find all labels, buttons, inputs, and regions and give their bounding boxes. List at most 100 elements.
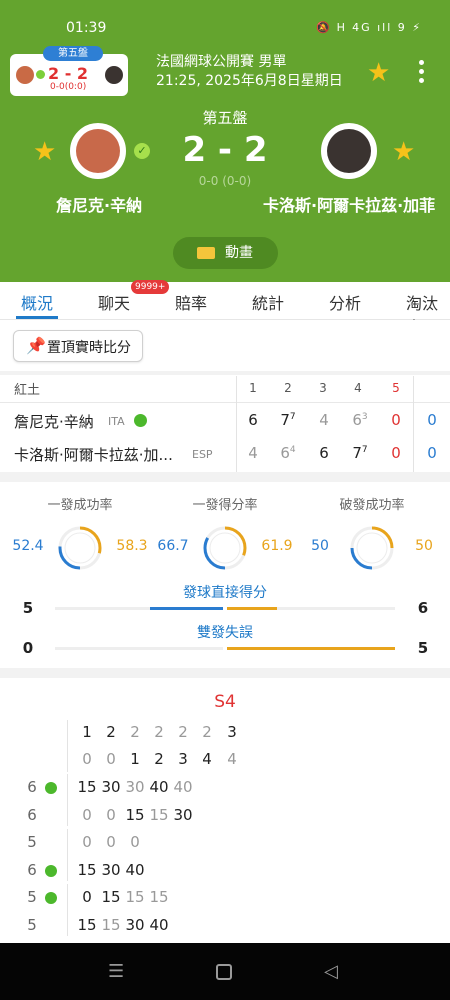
point-cell: 40	[149, 916, 169, 934]
favorite-player2-star-icon[interactable]: ★	[392, 137, 415, 167]
court-surface: 紅土	[14, 383, 41, 398]
player1-stat-value: 52.4	[12, 538, 44, 554]
set-score-value: 0	[391, 411, 401, 429]
tab-odds[interactable]: 賠率	[175, 290, 207, 314]
player1-stat-count: 0	[22, 639, 34, 657]
player2-stat-bar	[227, 607, 278, 610]
chat-badge: 9999+	[131, 280, 170, 294]
player2-stat-count: 6	[417, 599, 429, 617]
player1-avatar[interactable]	[70, 123, 126, 179]
set-score-value: 4	[319, 411, 329, 429]
animation-label: 動畫	[225, 245, 253, 261]
player2-stat-value: 61.9	[261, 538, 293, 554]
mini-scoreboard[interactable]: 第五盤 2 - 2 0-0(0:0)	[10, 46, 128, 96]
serving-check-icon	[134, 414, 147, 427]
player1-stat-bar	[150, 607, 223, 610]
scoreboard-player1-name[interactable]: 詹尼克·辛納	[14, 411, 94, 432]
menu-icon[interactable]: ☰	[108, 961, 124, 982]
tab-overview[interactable]: 概況	[21, 290, 53, 314]
set-score-value: 7	[280, 411, 290, 429]
game-score: 0-0 (0-0)	[198, 174, 252, 188]
tiebreak-score: 3	[361, 412, 368, 422]
player1-stat-value: 66.7	[157, 538, 189, 554]
mini-player1-avatar	[16, 66, 34, 84]
tab-chat[interactable]: 聊天	[98, 290, 130, 314]
current-game-score: 0	[427, 411, 437, 429]
player1-stat-value: 50	[311, 538, 329, 554]
player1-name[interactable]: 詹尼克·辛納	[56, 192, 142, 216]
point-cell: 40	[173, 778, 193, 796]
player1-stat-count: 5	[22, 599, 34, 617]
stat-label: 破發成功率	[339, 498, 405, 513]
status-bar: 01:39 🔕 Ꮋ 4G ıll 9 ⚡	[0, 18, 450, 40]
divider	[0, 402, 450, 403]
pbp-header-cell: 4	[202, 750, 212, 768]
set-header: 1	[249, 381, 257, 395]
player2-country: ESP	[192, 448, 213, 461]
tournament-title: 法國網球公開賽 男單	[156, 54, 287, 70]
set-score-cell: 0	[385, 411, 407, 429]
pin-live-score-button[interactable]: 📌 置頂實時比分	[13, 330, 143, 362]
stat-bar-label: 發球直接得分	[183, 585, 267, 601]
serving-check-icon: ✓	[134, 143, 150, 159]
divider	[413, 376, 414, 472]
serving-check-icon	[45, 865, 57, 877]
scoreboard-player2-name[interactable]: 卡洛斯·阿爾卡拉茲·加...	[14, 444, 173, 465]
back-icon[interactable]: ◁	[324, 961, 338, 982]
favorite-match-star-icon[interactable]: ★	[367, 58, 390, 88]
divider	[67, 829, 68, 881]
stats-card: 一發成功率 52.4 58.3 一發得分率 66.7 61.9 破發成功率 50 50 發球直接…	[0, 482, 450, 668]
set-score-cell: 64	[277, 444, 299, 462]
mini-set-label: 第五盤	[43, 46, 103, 61]
set-header: 3	[319, 381, 327, 395]
mini-score: 2 - 2	[48, 64, 89, 83]
stat-label: 一發成功率	[47, 498, 113, 513]
set-score: 2 - 2	[182, 130, 268, 170]
set-header: 4	[354, 381, 362, 395]
set-title: S4	[214, 692, 236, 712]
player2-stat-count: 5	[417, 639, 429, 657]
player2-name[interactable]: 卡洛斯·阿爾卡拉茲·加菲	[263, 192, 435, 216]
set-score-value: 0	[391, 444, 401, 462]
set-score-cell: 4	[242, 444, 264, 462]
game-count: 6	[27, 806, 37, 824]
active-tab-indicator	[16, 316, 58, 319]
set-score-value: 7	[352, 444, 362, 462]
player2-stat-value: 50	[415, 538, 433, 554]
mini-game-score: 0-0(0:0)	[50, 82, 87, 92]
pbp-header-cell: 4	[227, 750, 237, 768]
animation-icon	[197, 247, 215, 259]
scoreboard-card: 📌 置頂實時比分 紅土 1 2 3 4 5 詹尼克·辛納 ITA 卡洛斯·阿爾卡…	[0, 320, 450, 472]
divider	[67, 774, 68, 826]
game-count: 5	[27, 916, 37, 934]
game-count: 5	[27, 888, 37, 906]
set-score-cell: 4	[313, 411, 335, 429]
animation-button[interactable]: 動畫	[173, 237, 278, 269]
more-options-icon[interactable]	[419, 60, 425, 87]
home-icon[interactable]	[216, 964, 232, 980]
serve-indicator-icon	[36, 70, 45, 79]
tab-stats[interactable]: 統計	[252, 290, 284, 314]
tiebreak-score: 7	[289, 412, 296, 422]
divider	[236, 376, 237, 472]
stat-label: 一發得分率	[192, 498, 258, 513]
player1-country: ITA	[108, 415, 125, 428]
set-score-cell: 6	[242, 411, 264, 429]
match-datetime: 21:25, 2025年6月8日星期日	[156, 73, 343, 89]
game-count: 6	[27, 778, 37, 796]
point-cell: 40	[125, 861, 145, 879]
player2-avatar[interactable]	[321, 123, 377, 179]
game-count: 5	[27, 833, 37, 851]
divider	[67, 884, 68, 936]
point-by-point-card: S4 1 2 2 2 2 2 3 0 0 1 2 3 4 4 6 6 15 30 30 40 40 0 0 15 15 30 5 6 0…	[0, 678, 450, 943]
stat-bar-track	[55, 647, 223, 650]
status-time: 01:39	[66, 20, 107, 36]
set-score-value: 4	[248, 444, 258, 462]
tab-bar: 概況 聊天 9999+ 賠率 統計 分析 淘汰賽	[0, 280, 450, 337]
favorite-player1-star-icon[interactable]: ★	[33, 137, 56, 167]
tab-analysis[interactable]: 分析	[329, 290, 361, 314]
point-cell: 0	[130, 833, 140, 851]
game-count: 6	[27, 861, 37, 879]
tournament-info: 法國網球公開賽 男單 21:25, 2025年6月8日星期日	[156, 53, 343, 91]
serving-check-icon	[45, 782, 57, 794]
